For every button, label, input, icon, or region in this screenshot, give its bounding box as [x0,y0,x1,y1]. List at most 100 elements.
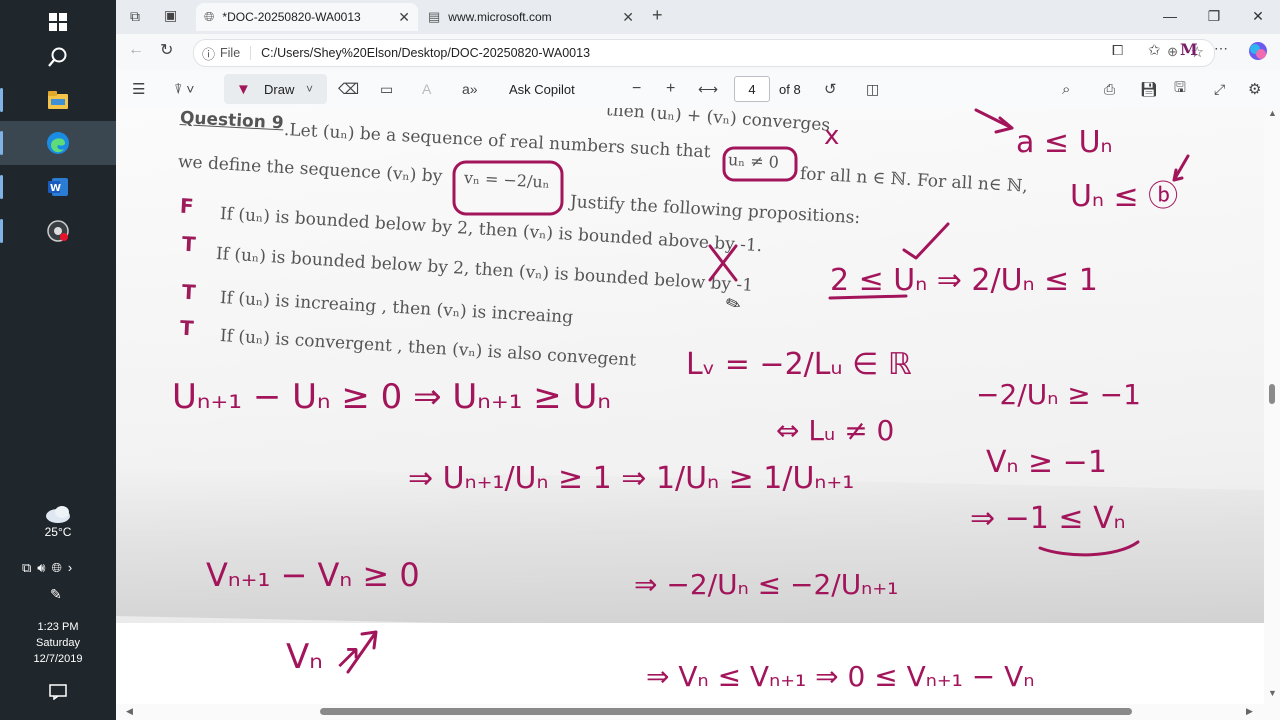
refresh-button[interactable]: ↻ [160,40,173,60]
clock-day[interactable]: Saturday [0,637,116,649]
maximize-button[interactable]: ❐ [1192,0,1236,32]
globe-icon[interactable]: 🌐︎ [52,560,62,576]
horizontal-scrollbar[interactable]: ◀ ▶ [116,704,1280,720]
ask-copilot-button[interactable]: Ask Copilot [509,70,575,108]
running-indicator [0,131,3,155]
contents-icon[interactable]: ☰ [132,70,145,108]
scroll-down-icon[interactable]: ▼ [1268,688,1277,698]
chevron-right-icon[interactable]: › [68,560,72,576]
globe-icon: 🌐︎ [204,9,215,24]
eraser-icon[interactable]: ⌫ [338,70,359,108]
extensions-icon[interactable]: ⧠ [1112,42,1123,59]
scroll-left-icon[interactable]: ◀ [126,706,133,717]
more-options-icon[interactable]: ⋯ [1214,40,1228,57]
horizontal-scroll-thumb[interactable] [320,708,1132,715]
tab-title: www.microsoft.com [448,10,552,24]
clock-time[interactable]: 1:23 PM [0,621,116,633]
info-icon[interactable]: ⓘ [202,44,215,63]
back-button[interactable]: ← [128,41,144,59]
ink-vn-increasing: Vₙ ↗ [286,637,362,677]
ink-annotations: x a ≤ Uₙ Uₙ ≤ ⓑ 2 ≤ Uₙ ⇒ 2/Uₙ ≤ 1 −2/Uₙ … [172,108,1190,693]
workspaces-icon[interactable]: ⧉ [130,8,140,25]
scroll-right-icon[interactable]: ▶ [1246,706,1253,717]
ink-limit-def: Lᵥ = −2/Lᵤ ∈ ℝ [686,347,912,382]
close-icon[interactable]: ✕ [622,9,634,26]
pen-draw-icon: ▼ [236,80,251,98]
address-toolbar: ← ↻ ⓘ File C:/Users/Shey%20Elson/Desktop… [116,34,1280,70]
close-icon[interactable]: ✕ [398,9,410,26]
print-icon[interactable]: ⎙ [1104,70,1115,108]
window-controls: — ❐ ✕ [1148,0,1280,32]
ink-top-right-1: a ≤ Uₙ [1016,125,1113,160]
text-size-icon: A [422,81,432,97]
tray-app-icon[interactable]: ⧉ [22,560,31,576]
read-aloud-icon[interactable]: a» [462,70,478,108]
recorder-button[interactable] [0,209,116,253]
favorites-icon[interactable]: ✩ [1148,41,1161,59]
taskbar: W 25°C ⧉ 🔊︎ 🌐︎ › ✎ 1:23 PM Saturday 12/7… [0,0,116,720]
page-view-icon[interactable]: ◫ [866,70,879,108]
zoom-icon[interactable]: ⊕ [1167,44,1178,60]
word-button[interactable]: W [0,165,116,209]
tab-microsoft[interactable]: ▤ www.microsoft.com ✕ [420,3,642,31]
close-window-button[interactable]: ✕ [1236,0,1280,32]
highlight-icon[interactable]: ⍒ ˅ [174,70,194,108]
ink-vdiff: Vₙ₊₁ − Vₙ ≥ 0 [206,556,420,594]
volume-icon[interactable]: 🔊︎ [37,560,45,576]
weather-temp: 25°C [44,525,72,539]
ink-box-vn [452,160,564,216]
notifications-icon[interactable] [49,684,67,705]
ink-diff-line: Uₙ₊₁ − Uₙ ≥ 0 ⇒ Uₙ₊₁ ≥ Uₙ [172,377,611,417]
ink-ratio-line: ⇒ Uₙ₊₁/Uₙ ≥ 1 ⇒ 1/Uₙ ≥ 1/Uₙ₊₁ [408,461,854,496]
zoom-in-button[interactable]: + [666,70,675,108]
pen-icon[interactable]: ✎ [50,586,62,603]
address-bar[interactable]: ⓘ File C:/Users/Shey%20Elson/Desktop/DOC… [193,39,1215,67]
document-viewport[interactable]: then (uₙ) + (vₙ) converges Question 9 .L… [116,108,1264,704]
expand-icon[interactable]: ⤢ [1214,70,1225,108]
tab-title: *DOC-20250820-WA0013 [222,10,361,24]
scroll-up-icon[interactable]: ▲ [1268,108,1277,118]
tab-document[interactable]: 🌐︎ *DOC-20250820-WA0013 ✕ [196,3,418,31]
ink-vn-ge: Vₙ ≥ −1 [986,445,1107,480]
new-tab-button[interactable]: + [652,5,663,26]
ink-implies-vn: ⇒ −1 ≤ Vₙ [970,501,1126,536]
search-button[interactable] [0,35,116,79]
ink-top-right-2: Uₙ ≤ ⓑ [1070,179,1178,214]
edge-taskbar-button[interactable] [0,121,116,165]
address-path: C:/Users/Shey%20Elson/Desktop/DOC-202508… [261,46,591,60]
ink-bound-line: 2 ≤ Uₙ ⇒ 2/Uₙ ≤ 1 [830,263,1098,298]
text-box-icon[interactable]: ▭ [380,70,393,108]
page-number-input[interactable]: 4 [734,76,770,102]
ink-underline-2 [1038,540,1140,557]
search-icon [48,47,67,67]
ink-cross-mark [708,244,738,282]
system-tray: ⧉ 🔊︎ 🌐︎ › [22,560,72,576]
edge-icon [47,132,69,154]
tab-actions-icon[interactable]: ▣ [164,7,177,24]
running-indicator [0,175,3,199]
save-as-icon[interactable]: 🖫 [1174,70,1186,108]
copilot-icon[interactable] [1248,41,1268,66]
ink-neg-line: ⇒ −2/Uₙ ≤ −2/Uₙ₊₁ [634,568,898,601]
rotate-icon[interactable]: ↺ [824,70,837,108]
page-icon: ▤ [428,9,441,24]
ink-box-un [722,146,798,182]
ink-x-mark: x [824,121,839,151]
find-icon[interactable]: ⌕ [1062,70,1070,108]
minimize-button[interactable]: — [1148,0,1192,32]
profile-extension-icon[interactable]: M [1180,40,1198,59]
settings-gear-icon[interactable]: ⚙ [1248,70,1261,108]
file-explorer-button[interactable] [0,78,116,122]
ink-arrow-circle [1172,154,1190,182]
fit-width-icon[interactable]: ⟷ [698,70,718,108]
ink-frac-neg: −2/Uₙ ≥ −1 [976,378,1141,411]
ink-limit-cond: ⇔ Lᵤ ≠ 0 [776,414,894,447]
ink-check-mark [902,222,950,260]
chevron-down-icon[interactable]: ˅ [306,70,313,108]
page-total: of 8 [779,81,801,97]
save-icon[interactable]: 💾︎ [1140,70,1158,108]
zoom-out-button[interactable]: − [632,70,641,108]
clock-date[interactable]: 12/7/2019 [0,653,116,665]
vertical-scrollbar[interactable]: ▲ ▼ [1264,108,1280,704]
vertical-scroll-thumb[interactable] [1269,384,1275,404]
